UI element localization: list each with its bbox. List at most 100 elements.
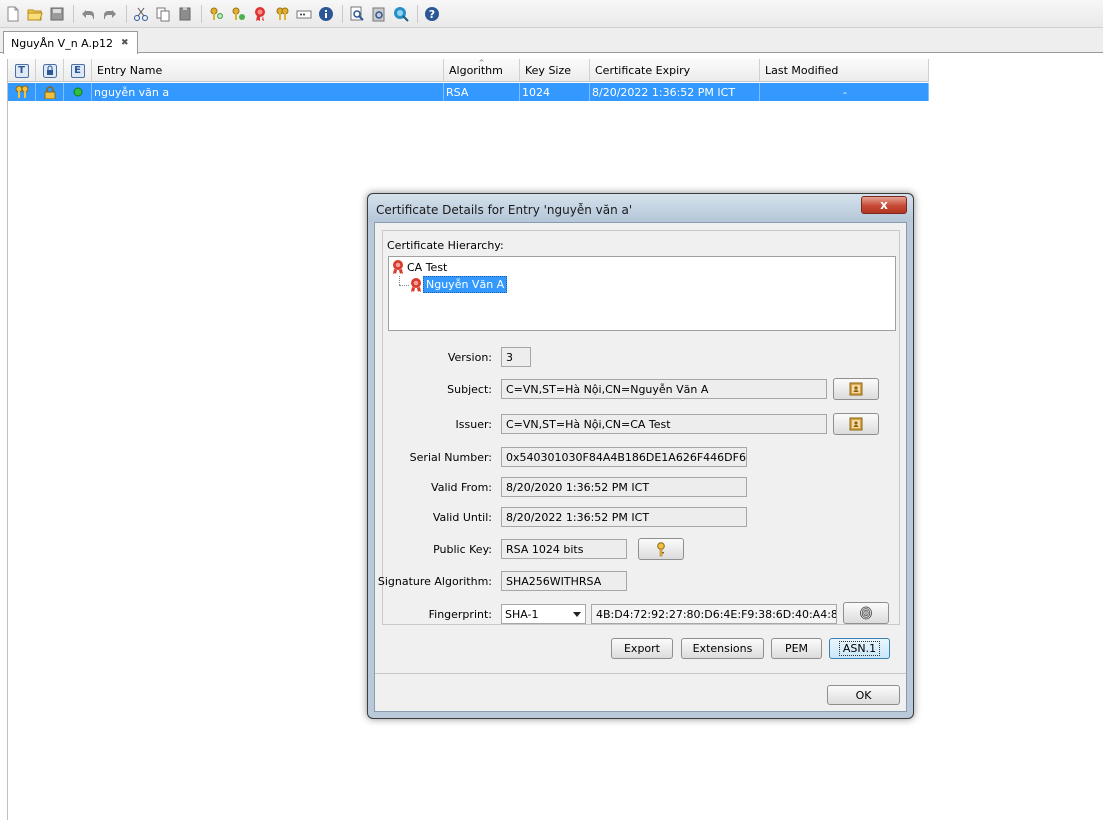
ok-button[interactable]: OK [827,685,900,705]
header-type[interactable]: T [8,59,36,82]
certificate-hierarchy-tree[interactable]: CA Test Nguyễn Văn A [388,256,896,331]
main-toolbar: ? [0,0,1103,28]
tree-node-label: CA Test [407,260,448,274]
valid-until-label: Valid Until: [432,511,492,524]
tree-node-ca-test[interactable]: CA Test [391,259,449,275]
tab-close-icon[interactable]: ✖ [121,38,129,48]
serial-number-label: Serial Number: [409,451,492,464]
keystore-tab-bar: NguyÅn V_n A.p12 ✖ [0,28,1103,54]
header-lock[interactable] [36,59,64,82]
certificate-icon [393,260,403,274]
version-field[interactable]: 3 [501,347,531,367]
export-button[interactable]: Export [611,638,673,659]
signature-algorithm-field[interactable]: SHA256WITHRSA [501,571,627,591]
save-icon[interactable] [47,4,67,24]
serial-number-field[interactable]: 0x540301030F84A4B186DE1A626F446DF6 [501,447,747,467]
address-book-icon [849,417,863,431]
toolbar-separator [126,4,127,23]
view-public-key-button[interactable] [638,538,684,560]
dialog-body: Certificate Hierarchy: CA Test Nguyễn Vă… [374,222,907,712]
address-book-icon [849,382,863,396]
view-subject-details-button[interactable] [833,378,879,400]
certificate-hierarchy-label: Certificate Hierarchy: [387,239,504,252]
signature-algorithm-label: Signature Algorithm: [377,575,492,588]
asn1-button-label: ASN.1 [838,641,881,656]
valid-from-field[interactable]: 8/20/2020 1:36:52 PM ICT [501,477,747,497]
header-last-modified[interactable]: Last Modified [760,59,929,82]
copy-icon[interactable] [153,4,173,24]
chevron-down-icon [573,612,581,617]
keystore-tab[interactable]: NguyÅn V_n A.p12 ✖ [3,31,138,54]
header-entry-name[interactable]: Entry Name [92,59,444,82]
extensions-button[interactable]: Extensions [681,638,764,659]
examine-ssl-icon[interactable] [391,4,411,24]
keystore-info-icon[interactable] [316,4,336,24]
dialog-separator [375,673,906,674]
valid-from-label: Valid From: [431,481,492,494]
svg-text:?: ? [429,8,435,21]
pem-button[interactable]: PEM [771,638,822,659]
import-keypair-icon[interactable] [272,4,292,24]
examine-clipboard-icon[interactable] [369,4,389,24]
cell-entry-name: nguyễn văn a [92,83,444,101]
import-certificate-icon[interactable] [250,4,270,24]
header-certificate-expiry[interactable]: Certificate Expiry [590,59,760,82]
asn1-button[interactable]: ASN.1 [829,638,890,659]
expiry-header-icon: E [70,63,85,78]
fingerprint-label: Fingerprint: [428,608,492,621]
locked-icon [36,83,64,101]
toolbar-separator [417,4,418,23]
table-header: T E Entry Name ^ Algorithm Key Size Cert… [8,59,929,82]
issuer-label: Issuer: [455,418,492,431]
examine-file-icon[interactable] [347,4,367,24]
header-key-size[interactable]: Key Size [520,59,590,82]
public-key-field[interactable]: RSA 1024 bits [501,539,627,559]
fingerprint-icon [860,606,872,620]
view-issuer-details-button[interactable] [833,413,879,435]
toolbar-separator [201,4,202,23]
fingerprint-algorithm-value: SHA-1 [505,607,539,621]
header-expiry-status[interactable]: E [64,59,92,82]
dialog-title: Certificate Details for Entry 'nguyễn vă… [376,203,633,217]
dialog-close-button[interactable]: x [861,196,907,214]
public-key-label: Public Key: [433,543,492,556]
subject-label: Subject: [447,383,492,396]
undo-icon[interactable] [78,4,98,24]
subject-field[interactable]: C=VN,ST=Hà Nội,CN=Nguyễn Văn A [501,379,827,399]
version-label: Version: [447,351,492,364]
cell-certificate-expiry: 8/20/2022 1:36:52 PM ICT [590,83,760,101]
header-algorithm-label: Algorithm [449,64,503,77]
set-password-icon[interactable] [294,4,314,24]
cell-algorithm: RSA [444,83,520,101]
generate-keypair-icon[interactable] [206,4,226,24]
valid-status-icon [64,83,92,101]
tree-connector [399,285,409,286]
cell-key-size: 1024 [520,83,590,101]
issuer-field[interactable]: C=VN,ST=Hà Nội,CN=CA Test [501,414,827,434]
dialog-titlebar[interactable]: Certificate Details for Entry 'nguyễn vă… [368,194,913,222]
tree-connector [399,276,400,285]
cut-icon[interactable] [131,4,151,24]
paste-icon[interactable] [175,4,195,24]
tree-node-nguyen-van-a[interactable]: Nguyễn Văn A [409,276,508,293]
copy-fingerprint-button[interactable] [843,602,889,624]
tree-node-label: Nguyễn Văn A [423,276,508,293]
open-folder-icon[interactable] [25,4,45,24]
new-keystore-icon[interactable] [3,4,23,24]
fingerprint-algorithm-select[interactable]: SHA-1 [501,604,586,624]
generate-secret-key-icon[interactable] [228,4,248,24]
header-algorithm[interactable]: ^ Algorithm [444,59,520,82]
sort-asc-icon: ^ [478,59,485,67]
certificate-icon [411,277,421,292]
toolbar-separator [342,4,343,23]
key-icon [657,541,665,556]
toolbar-separator [73,4,74,23]
keypair-entry-icon [8,83,36,101]
valid-until-field[interactable]: 8/20/2022 1:36:52 PM ICT [501,507,747,527]
fingerprint-field[interactable]: 4B:D4:72:92:27:80:D6:4E:F9:38:6D:40:A4:8… [591,604,837,624]
help-icon[interactable]: ? [422,4,442,24]
certificate-details-dialog: Certificate Details for Entry 'nguyễn vă… [367,193,914,719]
keystore-tab-title: NguyÅn V_n A.p12 [11,36,113,50]
redo-icon[interactable] [100,4,120,24]
table-row[interactable]: nguyễn văn a RSA 1024 8/20/2022 1:36:52 … [8,83,929,101]
